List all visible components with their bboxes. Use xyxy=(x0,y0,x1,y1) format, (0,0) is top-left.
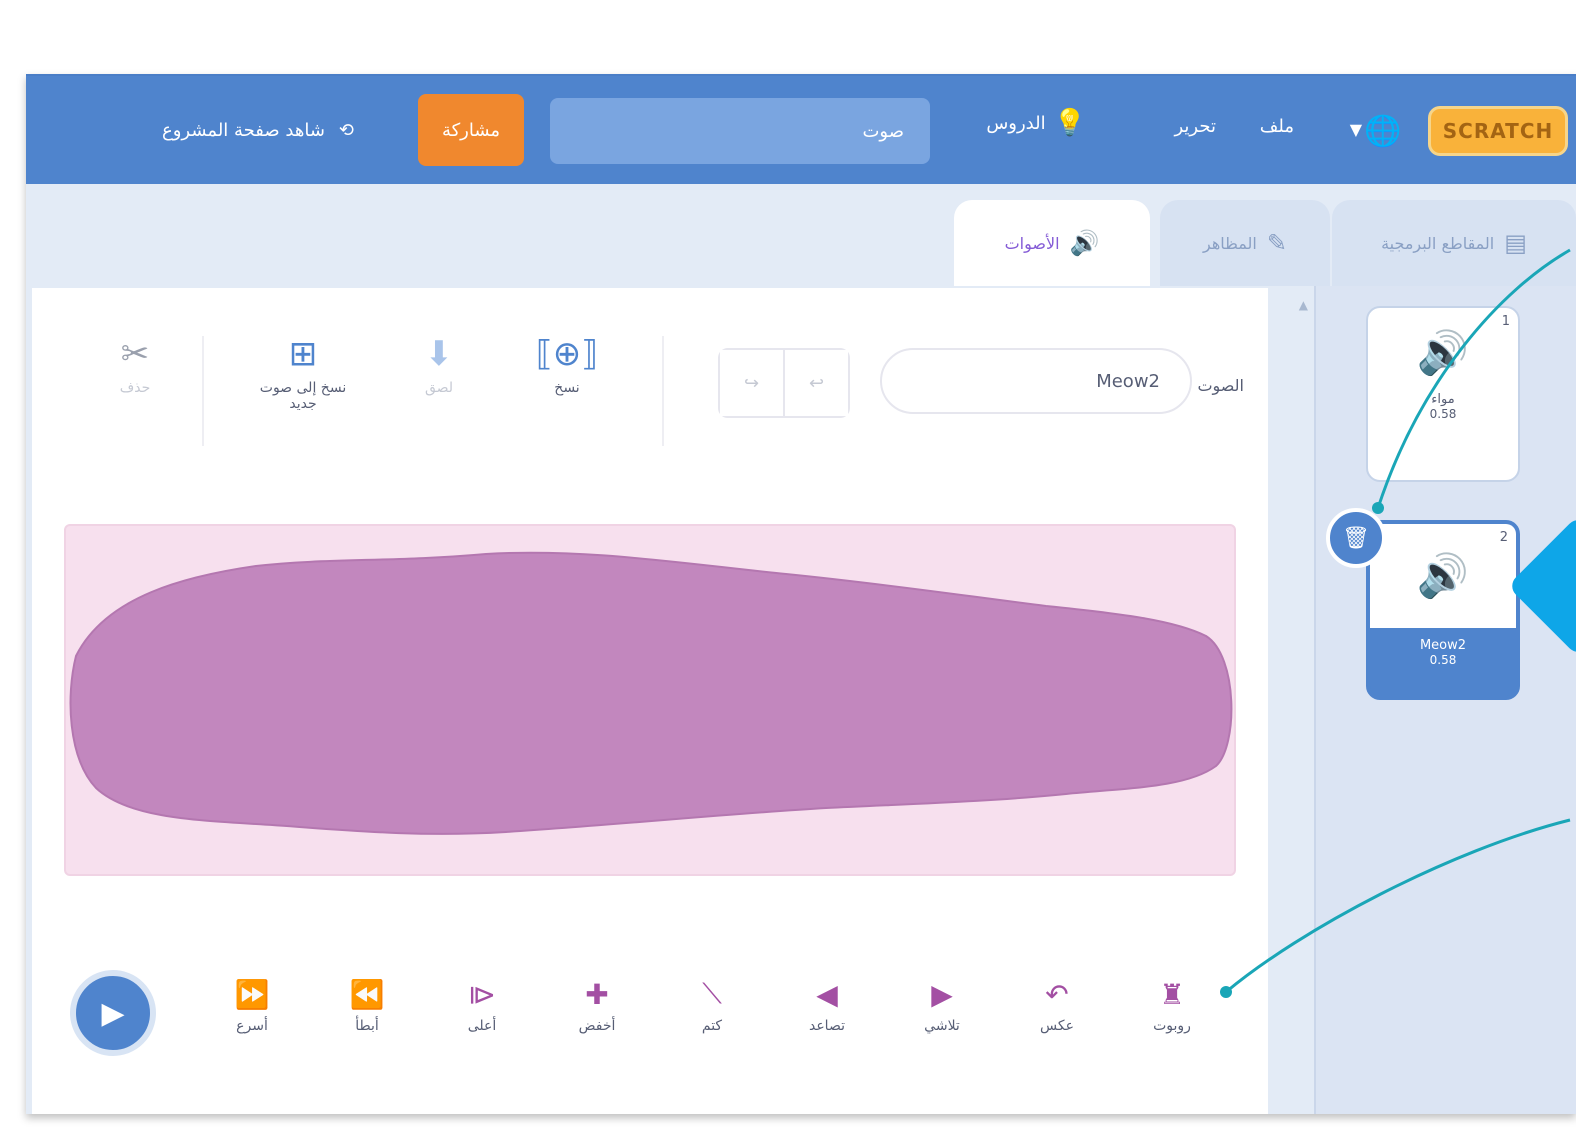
tab-code-label: المقاطع البرمجية xyxy=(1381,233,1495,253)
copy-to-new-icon: ⊞ xyxy=(288,334,318,374)
scroll-up-arrow[interactable]: ▲ xyxy=(1299,298,1308,312)
paste-button[interactable]: ⬇ لصق xyxy=(384,334,494,396)
effect-robot-label: روبوت xyxy=(1153,1018,1191,1034)
play-button[interactable]: ▶ xyxy=(70,970,156,1056)
code-blocks-icon: ▤ xyxy=(1504,229,1527,257)
sound-editor-panel: الصوت ↪ ↩ ⟦⊕⟧ نسخ ⬇ لصق ⊞ نسخ إلى صوت جد… xyxy=(32,288,1268,1114)
sound-tile-number: 2 xyxy=(1499,530,1508,545)
menu-bar: SCRATCH 🌐 ▼ ملف تحرير الدروس 💡 مشاركة شا… xyxy=(26,76,1576,184)
copy-to-new-label: نسخ إلى صوت جديد xyxy=(259,380,347,412)
project-page-icon: ⟲ xyxy=(338,119,355,141)
sound-editor-window: SCRATCH 🌐 ▼ ملف تحرير الدروس 💡 مشاركة شا… xyxy=(26,74,1576,1114)
effect-mute-button[interactable]: ⟍ كتم xyxy=(672,977,752,1034)
effect-robot-button[interactable]: ♜ روبوت xyxy=(1132,977,1212,1035)
sound-tile-duration: 0.58 xyxy=(1429,407,1457,421)
sound-tile-number: 1 xyxy=(1501,314,1510,329)
effect-fade-in-label: تصاعد xyxy=(808,1018,845,1034)
effect-reverse-button[interactable]: ↶ عكس xyxy=(1017,977,1097,1035)
globe-icon[interactable]: 🌐 xyxy=(1360,110,1406,152)
effect-fade-in-button[interactable]: ◀ تصاعد xyxy=(787,977,867,1035)
edit-menu[interactable]: تحرير xyxy=(1174,116,1216,137)
sound-tile-1[interactable]: 1 🔊 مواء 0.58 xyxy=(1366,306,1520,482)
waveform-display[interactable] xyxy=(64,524,1236,876)
effect-reverse-label: عكس xyxy=(1040,1018,1074,1034)
softer-icon: ✚ xyxy=(585,977,609,1011)
effect-fade-out-button[interactable]: ▶ تلاشي xyxy=(902,977,982,1035)
fade-out-icon: ▶ xyxy=(931,977,953,1011)
faster-icon: ⏩ xyxy=(234,977,270,1011)
scissors-icon: ✂ xyxy=(120,334,150,374)
undo-redo-group: ↪ ↩ xyxy=(718,348,850,418)
fade-in-icon: ◀ xyxy=(816,977,838,1011)
sound-tile-2-selected[interactable]: 🔊 2 Meow2 0.58 xyxy=(1366,520,1520,700)
play-icon: ▶ xyxy=(101,995,125,1031)
effect-faster-label: أسرع xyxy=(236,1018,268,1034)
sound-tile-name: Meow2 xyxy=(1419,638,1467,653)
waveform-svg xyxy=(69,551,1233,835)
effect-louder-button[interactable]: ⧐ أعلى xyxy=(442,977,522,1035)
copy-label: نسخ xyxy=(554,380,580,396)
see-project-page-label: شاهد صفحة المشروع xyxy=(161,119,325,141)
speaker-icon: 🔊 xyxy=(1069,229,1100,257)
tutorials-button[interactable]: الدروس 💡 xyxy=(986,108,1086,138)
redo-button[interactable]: ↪ xyxy=(720,350,783,416)
tab-code[interactable]: المقاطع البرمجية ▤ xyxy=(1332,200,1576,286)
lightbulb-icon: 💡 xyxy=(1053,108,1086,138)
effect-faster-button[interactable]: ⏩ أسرع xyxy=(212,977,292,1035)
robot-icon: ♜ xyxy=(1159,977,1185,1011)
file-menu[interactable]: ملف xyxy=(1260,116,1294,137)
speaker-icon: 🔊 xyxy=(1370,524,1516,628)
effects-bar: ⏩ أسرع ⏪ أبطأ ⧐ أعلى ✚ أخفض ⟍ كتم ◀ تصاع… xyxy=(212,977,1222,1058)
copy-to-new-button[interactable]: ⊞ نسخ إلى صوت جديد xyxy=(248,334,358,412)
copy-icon: ⟦⊕⟧ xyxy=(535,334,599,374)
louder-icon: ⧐ xyxy=(468,977,496,1011)
paste-icon: ⬇ xyxy=(424,334,454,374)
sound-name-label: الصوت xyxy=(1197,376,1244,395)
reverse-icon: ↶ xyxy=(1045,977,1069,1011)
tab-costumes-label: المظاهر xyxy=(1203,233,1257,253)
share-button[interactable]: مشاركة xyxy=(418,94,524,166)
mute-icon: ⟍ xyxy=(702,977,722,1010)
brush-icon: ✎ xyxy=(1266,229,1287,257)
slower-icon: ⏪ xyxy=(349,977,385,1011)
sound-tile-name: مواء xyxy=(1431,392,1455,407)
effect-fade-out-label: تلاشي xyxy=(924,1018,960,1034)
delete-label: حذف xyxy=(119,380,151,396)
effect-mute-label: كتم xyxy=(701,1018,723,1034)
copy-button[interactable]: ⟦⊕⟧ نسخ xyxy=(512,334,622,396)
effect-softer-label: أخفض xyxy=(578,1018,616,1034)
project-title-input[interactable] xyxy=(550,98,930,164)
undo-button[interactable]: ↩ xyxy=(783,350,848,416)
tab-sounds-label: الأصوات xyxy=(1004,233,1060,253)
toolbar-divider xyxy=(202,336,204,446)
sound-tile-duration: 0.58 xyxy=(1429,653,1457,667)
chevron-down-icon[interactable]: ▼ xyxy=(1350,120,1362,139)
effect-slower-button[interactable]: ⏪ أبطأ xyxy=(327,977,407,1035)
delete-button[interactable]: ✂ حذف xyxy=(80,334,190,396)
tab-costumes[interactable]: المظاهر ✎ xyxy=(1160,200,1330,286)
effect-softer-button[interactable]: ✚ أخفض xyxy=(557,977,637,1035)
paste-label: لصق xyxy=(424,380,454,396)
tab-sounds[interactable]: الأصوات 🔊 xyxy=(954,200,1150,286)
trash-icon[interactable]: 🗑 xyxy=(1326,508,1386,568)
scratch-logo[interactable]: SCRATCH xyxy=(1428,106,1568,156)
effect-louder-label: أعلى xyxy=(467,1018,497,1034)
speaker-icon: 🔊 xyxy=(1416,328,1470,377)
tutorials-label: الدروس xyxy=(986,112,1046,134)
waveform-shape xyxy=(69,551,1233,835)
effect-slower-label: أبطأ xyxy=(355,1018,379,1034)
see-project-page-button[interactable]: شاهد صفحة المشروع ⟲ xyxy=(120,98,396,162)
toolbar-divider xyxy=(662,336,664,446)
sound-name-input[interactable] xyxy=(880,348,1192,414)
